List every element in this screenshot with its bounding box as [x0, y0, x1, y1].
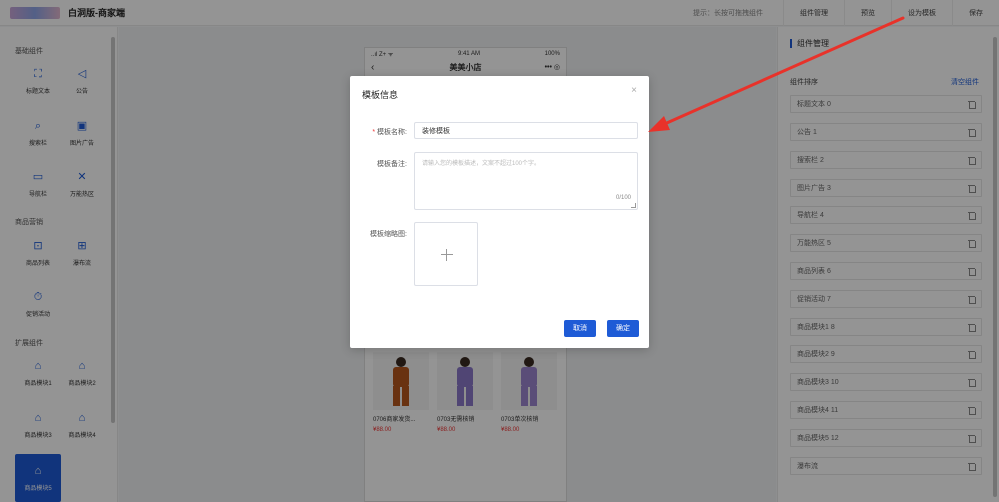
dialog-title: 模板信息 — [362, 90, 399, 100]
template-thumb-label: 模板缩略图: — [370, 231, 407, 238]
plus-icon — [446, 249, 447, 261]
template-name-input[interactable] — [414, 122, 638, 139]
plus-icon — [441, 254, 453, 255]
required-asterisk: * — [372, 129, 376, 136]
label-text: 模板名称: — [377, 129, 407, 136]
confirm-button[interactable]: 确定 — [607, 320, 639, 337]
thumbnail-upload[interactable] — [414, 222, 478, 286]
cancel-button[interactable]: 取消 — [564, 320, 596, 337]
template-remark-textarea[interactable]: 请输入您的模板描述，文案不超过100个字。 0/100 — [414, 152, 638, 210]
remark-placeholder: 请输入您的模板描述，文案不超过100个字。 — [422, 161, 541, 167]
template-name-label: * 模板名称: — [372, 127, 407, 137]
template-info-dialog: 模板信息 × *模板名称: 模板备注: 请输入您的模板描述，文案不超过100个字… — [350, 76, 649, 348]
template-remark-label: 模板备注: — [377, 161, 407, 168]
resize-handle[interactable] — [631, 203, 636, 208]
close-icon[interactable]: × — [631, 85, 637, 96]
remark-char-count: 0/100 — [615, 195, 631, 201]
